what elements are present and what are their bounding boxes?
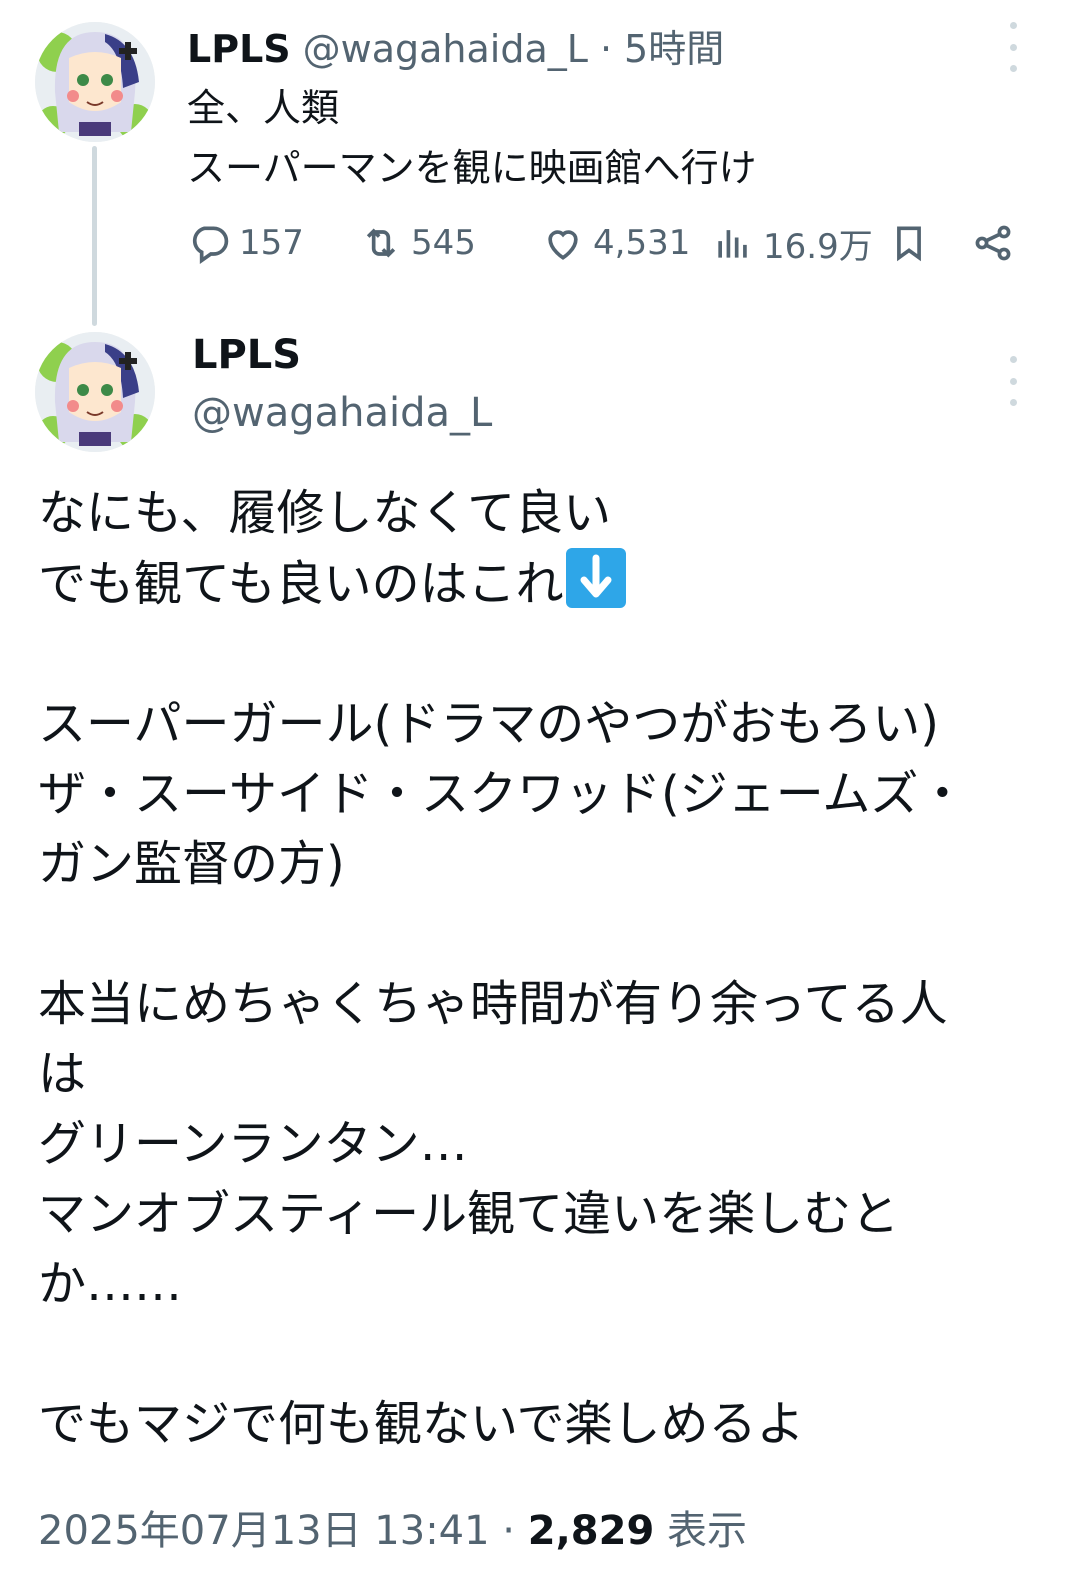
tweet-time[interactable]: 5時間 [624, 18, 724, 73]
reply-button[interactable]: 157 [187, 218, 304, 268]
avatar[interactable] [35, 332, 155, 452]
share-icon [975, 225, 1011, 261]
more-options-button[interactable] [998, 22, 1028, 72]
display-name[interactable]: LPLS [192, 332, 301, 378]
tweet-line: グリーンランタン… [38, 1116, 468, 1172]
tweet-line: マンオブスティール観て違いを楽しむと [38, 1186, 900, 1242]
tweet-header: LPLS @wagahaida_L · 5時間 [187, 18, 724, 73]
tweet-line: ガン監督の方) [38, 836, 345, 892]
more-vertical-icon [1009, 22, 1017, 29]
bookmark-icon [897, 226, 921, 262]
tweet-line [38, 1319, 1038, 1389]
action-bar: 157 545 4,531 16.9万 [187, 218, 1017, 268]
display-name[interactable]: LPLS [187, 27, 291, 71]
retweet-button[interactable]: 545 [359, 218, 476, 268]
tweet-meta: 2025年07月13日 13:41 · 2,829 表示 [38, 1498, 747, 1556]
tweet-line: でも観ても良いのはこれ [38, 556, 564, 612]
thread-line [92, 146, 97, 326]
user-handle[interactable]: @wagahaida_L [192, 390, 492, 436]
tweet-line: は [38, 1046, 87, 1102]
reply-count: 157 [239, 223, 304, 263]
user-handle[interactable]: @wagahaida_L [303, 27, 588, 71]
tweet-line: でもマジで何も観ないで楽しめるよ [38, 1396, 805, 1452]
tweet-text: 全、人類 スーパーマンを観に映画館へ行け [187, 78, 757, 198]
tweet-line: 全、人類 [187, 86, 340, 130]
tweet-line: スーパーガール(ドラマのやつがおもろい) [38, 696, 939, 752]
more-options-button[interactable] [998, 356, 1028, 406]
tweet-text: なにも、履修しなくて良い でも観ても良いのはこれ スーパーガール(ドラマのやつが… [38, 478, 1038, 1459]
analytics-icon [718, 230, 747, 258]
views-button[interactable]: 16.9万 [711, 218, 873, 268]
view-label: 表示 [654, 1508, 747, 1554]
down-arrow-emoji-icon [565, 548, 626, 608]
tweet-line: ザ・スーサイド・スクワッド(ジェームズ・ [38, 766, 967, 822]
tweet-line-with-emoji: でも観ても良いのはこれ [38, 548, 1038, 619]
retweet-icon [366, 228, 396, 258]
retweet-count: 545 [411, 223, 476, 263]
tweet-line: スーパーマンを観に映画館へ行け [187, 146, 757, 190]
like-button[interactable]: 4,531 [541, 218, 690, 268]
reply-icon [192, 226, 229, 264]
timestamp[interactable]: 2025年07月13日 13:41 [38, 1508, 490, 1554]
tweet-line [38, 619, 1038, 689]
share-button[interactable] [971, 218, 1015, 268]
view-count[interactable]: 2,829 [528, 1508, 655, 1554]
tweet-line: なにも、履修しなくて良い [38, 485, 612, 541]
avatar[interactable] [35, 22, 155, 142]
tweet-line: 本当にめちゃくちゃ時間が有り余ってる人 [38, 976, 948, 1032]
like-count: 4,531 [593, 223, 691, 263]
heart-icon [548, 230, 578, 260]
more-vertical-icon [1009, 356, 1017, 363]
tweet-line [38, 899, 1038, 969]
separator-dot: · [599, 27, 613, 71]
views-count: 16.9万 [763, 226, 873, 267]
tweet-line: か…… [38, 1256, 183, 1312]
separator-dot: · [489, 1508, 528, 1554]
bookmark-button[interactable] [887, 218, 931, 268]
